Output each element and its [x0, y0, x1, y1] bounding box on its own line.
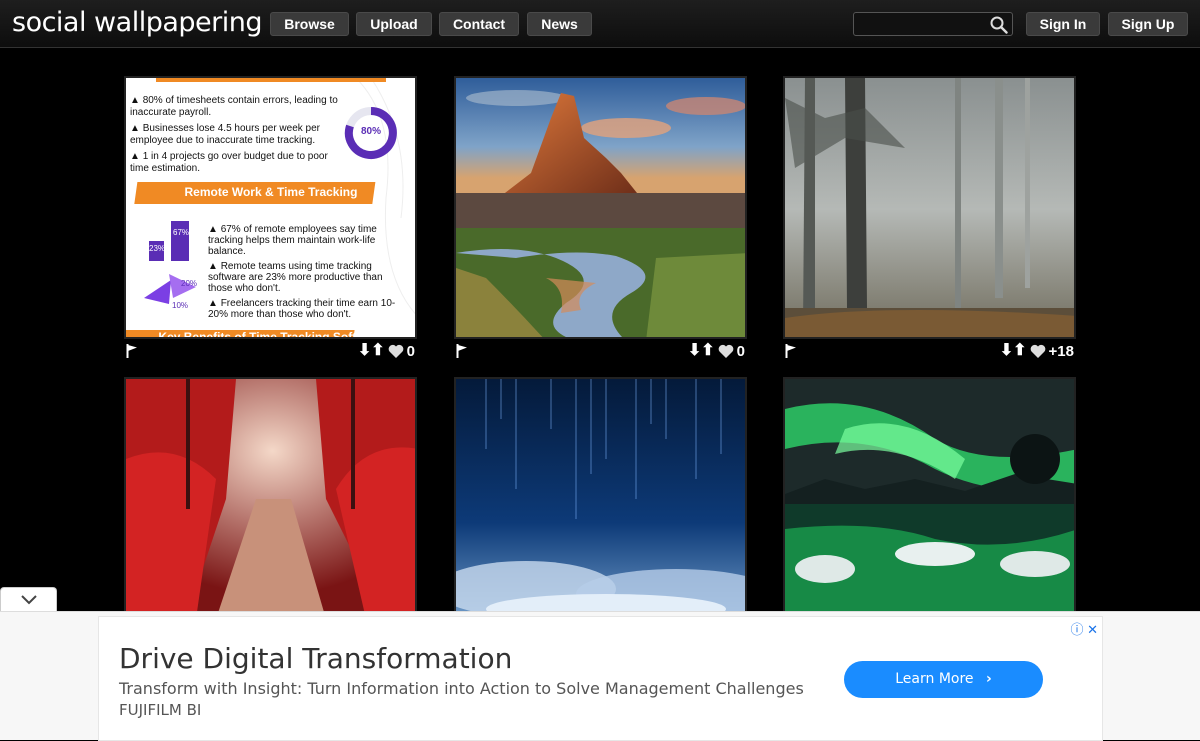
infographic-footer-banner: Key Benefits of Time Tracking Software [158, 330, 384, 339]
chevron-down-icon [21, 595, 37, 605]
ad-description: Transform with Insight: Turn Information… [119, 679, 804, 698]
vote-arrows-icon[interactable]: ⬇⬆ [1000, 342, 1027, 360]
nav-browse-button[interactable]: Browse [270, 12, 349, 36]
ad-banner: Drive Digital Transformation Transform w… [0, 611, 1200, 741]
learn-more-button[interactable]: Learn More › [844, 661, 1043, 698]
site-logo[interactable]: social wallpapering [12, 7, 262, 38]
flag-icon[interactable] [126, 344, 138, 358]
wedge-label: 10% [172, 301, 189, 310]
wallpaper-thumb-red-path[interactable] [124, 377, 417, 617]
heart-icon[interactable] [718, 344, 734, 359]
ad-content[interactable]: Drive Digital Transformation Transform w… [98, 616, 1103, 741]
heart-icon[interactable] [1030, 344, 1046, 359]
nav-news-button[interactable]: News [527, 12, 592, 36]
nav-upload-button[interactable]: Upload [356, 12, 432, 36]
top-navbar: social wallpapering Browse Upload Contac… [0, 0, 1200, 48]
flag-icon[interactable] [456, 344, 468, 358]
desert-image [456, 78, 745, 337]
vote-count: 0 [736, 342, 745, 360]
bar-label: 23% [149, 244, 166, 253]
wallpaper-thumb-infographic[interactable]: ▲ 80% of timesheets contain errors, lead… [124, 76, 417, 339]
ad-title[interactable]: Drive Digital Transformation [119, 642, 512, 675]
tile-meta: ⬇⬆ 0 [124, 341, 417, 363]
infographic-stats-bottom: ▲ 67% of remote employees say time track… [208, 224, 396, 320]
donut-label: 80% [361, 126, 382, 137]
chevron-right-icon: › [985, 671, 992, 687]
wallpaper-thumb-aurora[interactable] [783, 377, 1076, 617]
aurora-image [785, 379, 1074, 615]
ad-brand: FUJIFILM BI [119, 701, 202, 719]
wallpaper-thumb-misty-forest[interactable] [783, 76, 1076, 339]
sign-up-button[interactable]: Sign Up [1108, 12, 1188, 36]
sign-in-button[interactable]: Sign In [1026, 12, 1100, 36]
flag-icon[interactable] [785, 344, 797, 358]
red-path-image [126, 379, 415, 615]
forest-image [785, 78, 1074, 337]
vote-count: 0 [406, 342, 415, 360]
tile-meta: ⬇⬆ +18 [783, 341, 1076, 363]
vote-arrows-icon[interactable]: ⬇⬆ [688, 342, 715, 360]
wedge-label: 20% [181, 279, 198, 288]
bar-label: 67% [173, 228, 190, 237]
search-icon[interactable] [990, 16, 1008, 34]
heart-icon[interactable] [388, 344, 404, 359]
wallpaper-thumb-desert[interactable] [454, 76, 747, 339]
tile-meta: ⬇⬆ 0 [454, 341, 747, 363]
infographic-stats-top: ▲ 80% of timesheets contain errors, lead… [130, 95, 338, 174]
vote-arrows-icon[interactable]: ⬇⬆ [358, 342, 385, 360]
ad-collapse-tab[interactable] [0, 587, 57, 611]
wallpaper-thumb-starry-night[interactable] [454, 377, 747, 617]
search-box[interactable] [853, 12, 1013, 36]
ad-info-close-icon[interactable]: ⓘ ✕ [1070, 619, 1098, 638]
vote-count: +18 [1048, 342, 1074, 360]
search-input[interactable] [858, 15, 988, 33]
infographic-banner: Remote Work & Time Tracking [184, 185, 358, 199]
nav-contact-button[interactable]: Contact [439, 12, 519, 36]
starry-night-image [456, 379, 745, 615]
